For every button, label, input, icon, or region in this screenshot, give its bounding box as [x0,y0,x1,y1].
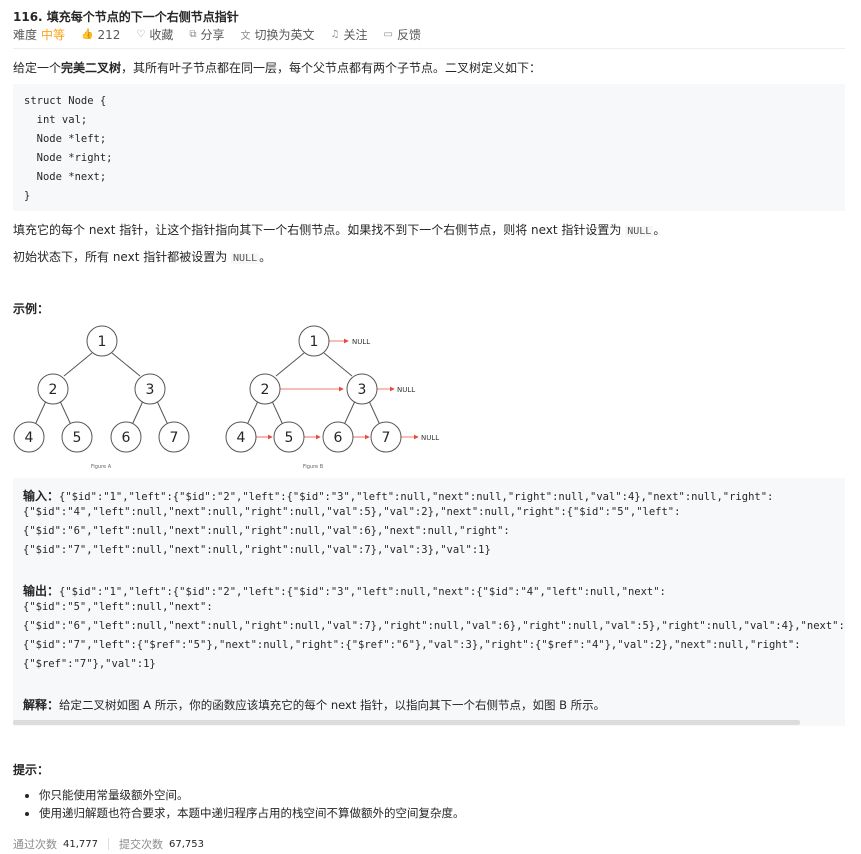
figure-b-node-1: 1 [310,334,319,350]
figure-b-node-2: 2 [261,382,270,398]
input-line-1: 输入：{"$id":"1","left":{"$id":"2","left":{… [23,489,774,503]
null-label-level-2: NULL [397,386,415,394]
explanation-line: 解释：给定二叉树如图 A 所示，你的函数应该填充它的每个 next 指针，以指向… [23,698,606,712]
share-button[interactable]: ⧉ 分享 [189,26,224,43]
null-label-level-1: NULL [352,338,370,346]
description-para-2: 初始状态下，所有 next 指针都被设置为 NULL。 [13,250,272,264]
output-line-4: {"$id":"7","left":{"$ref":"5"},"next":nu… [23,639,801,651]
output-line-2: {"$id":"5","left":null,"next": [23,601,213,613]
divider [13,48,845,49]
figure-b-caption: Figure B [303,464,324,470]
accepted-count: 41,777 [63,838,98,850]
input-label: 输入： [23,489,60,503]
difficulty-badge: 中等 [41,28,66,42]
input-line-2: {"$id":"4","left":null,"next":null,"righ… [23,506,681,518]
figure-b-node-3: 3 [358,382,367,398]
hints-list: 你只能使用常量级额外空间。 使用递归解题也符合要求，本题中递归程序占用的栈空间不… [13,786,465,822]
figure-a-node-6: 6 [122,430,131,446]
like-button[interactable]: 👍 212 [81,28,120,42]
horizontal-scrollbar[interactable] [13,720,800,725]
figure-a-node-1: 1 [98,334,107,350]
hint-item: 使用递归解题也符合要求，本题中递归程序占用的栈空间不算做额外的空间复杂度。 [39,804,465,822]
struct-code-block: struct Node { int val; Node *left; Node … [13,84,845,211]
figure-a-caption: Figure A [91,464,112,470]
figure-b-node-5: 5 [285,430,294,446]
problem-title: 116. 填充每个节点的下一个右侧节点指针 [13,10,239,24]
submission-stats: 通过次数 41,777 提交次数 67,753 [13,836,204,852]
hint-item: 你只能使用常量级额外空间。 [39,786,465,804]
share-icon: ⧉ [189,29,197,40]
figure-a-node-5: 5 [73,430,82,446]
problem-page: 116. 填充每个节点的下一个右侧节点指针 难度 中等 👍 212 ♡ 收藏 ⧉ 分享… [0,0,861,854]
output-line-1: 输出：{"$id":"1","left":{"$id":"2","left":{… [23,584,666,598]
input-line-4: {"$id":"7","left":null,"next":null,"righ… [23,544,491,556]
thumbs-up-icon: 👍 [81,29,94,40]
input-line-3: {"$id":"6","left":null,"next":null,"righ… [23,525,510,537]
figure-a-node-2: 2 [49,382,58,398]
feedback-icon: ▭ [383,29,393,40]
figure-b-node-7: 7 [382,430,391,446]
output-label: 输出： [23,584,60,598]
figure-a-node-3: 3 [146,382,155,398]
figure-a-node-7: 7 [170,430,179,446]
bell-icon: ♫ [330,29,340,40]
example-io-block: 输入：{"$id":"1","left":{"$id":"2","left":{… [13,478,845,726]
accepted-label: 通过次数 [13,838,57,851]
description-para-1: 填充它的每个 next 指针，让这个指针指向其下一个右侧节点。如果找不到下一个右… [13,223,666,237]
heart-icon: ♡ [136,29,146,40]
favorite-button[interactable]: ♡ 收藏 [136,26,173,43]
description-intro: 给定一个完美二叉树，其所有叶子节点都在同一层，每个父节点都有两个子节点。二叉树定… [13,61,542,75]
switch-language-button[interactable]: 文切换为英文 [241,26,315,43]
hints-heading: 提示： [13,763,50,777]
example-heading: 示例： [13,302,50,316]
explanation-label: 解释： [23,698,60,712]
figure-a-node-4: 4 [25,430,34,446]
stats-divider [108,838,109,850]
like-count: 212 [97,27,121,42]
figure-b-node-4: 4 [237,430,246,446]
problem-meta-bar: 难度 中等 👍 212 ♡ 收藏 ⧉ 分享 文切换为英文 ♫ 关注 ▭ 反馈 [13,26,437,43]
null-label-level-3: NULL [421,434,439,442]
figure-b-node-6: 6 [334,430,343,446]
output-line-3: {"$id":"6","left":null,"next":null,"righ… [23,620,845,632]
follow-button[interactable]: ♫ 关注 [331,26,368,43]
output-line-5: {"$ref":"7"},"val":1} [23,658,156,670]
translate-icon: 文 [240,31,251,42]
submitted-count: 67,753 [169,838,204,850]
submitted-label: 提交次数 [119,838,163,851]
difficulty-label: 难度 [13,28,38,42]
feedback-button[interactable]: ▭ 反馈 [384,26,421,43]
example-figure: 1 2 3 4 5 6 7 Figure A 1 2 3 4 5 6 7 NUL… [13,325,439,470]
